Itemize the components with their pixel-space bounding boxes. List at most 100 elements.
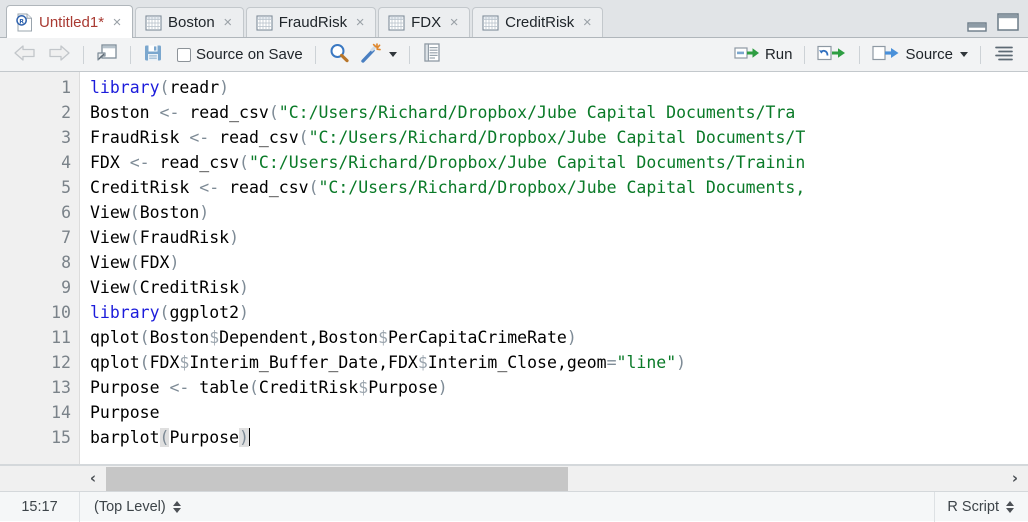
source-caret-icon[interactable]: [960, 52, 968, 57]
code-token: ): [169, 253, 180, 272]
source-on-save-control[interactable]: Source on Save: [172, 42, 308, 68]
code-line[interactable]: qplot(Boston$Dependent,Boston$PerCapitaC…: [90, 325, 1028, 350]
save-icon: [143, 43, 163, 67]
svg-text:R: R: [19, 18, 24, 25]
scrollbar-track[interactable]: [106, 466, 1002, 491]
code-token: ): [437, 378, 448, 397]
code-line[interactable]: CreditRisk <- read_csv("C:/Users/Richard…: [90, 175, 1028, 200]
show-in-new-window-button[interactable]: [91, 42, 123, 68]
code-token: View: [90, 253, 130, 272]
editor-tab-fdx[interactable]: FDX ×: [378, 7, 471, 37]
code-line[interactable]: barplot(Purpose): [90, 425, 1028, 450]
code-token: Boston: [90, 103, 160, 122]
code-token: PerCapitaCrimeRate: [388, 328, 567, 347]
close-icon[interactable]: ×: [111, 15, 123, 30]
code-token: library: [90, 78, 160, 97]
close-icon[interactable]: ×: [222, 15, 234, 30]
code-token: "C:/Users/Richard/Dropbox/Jube Capital D…: [318, 178, 806, 197]
close-icon[interactable]: ×: [581, 15, 593, 30]
code-token: Purpose: [169, 428, 240, 447]
horizontal-scrollbar[interactable]: ‹ ›: [0, 465, 1028, 491]
tab-label: FDX: [411, 14, 442, 31]
editor-tab-creditrisk[interactable]: CreditRisk ×: [472, 7, 604, 37]
code-line[interactable]: View(CreditRisk): [90, 275, 1028, 300]
line-number: 6: [61, 203, 71, 222]
code-token: =: [606, 353, 617, 372]
code-line[interactable]: View(FraudRisk): [90, 225, 1028, 250]
save-button[interactable]: [138, 42, 168, 68]
code-editor[interactable]: 1 2 3 4 5 6 7 8 9 10 11 12 13 14 15 library(readr) Bost…: [0, 72, 1028, 465]
code-token: (: [239, 153, 249, 172]
scroll-right-arrow-icon[interactable]: ›: [1002, 471, 1028, 486]
code-token: ): [229, 228, 240, 247]
r-script-icon: R: [16, 13, 33, 32]
toolbar-separator: [980, 45, 981, 64]
source-on-save-checkbox[interactable]: [177, 47, 191, 62]
code-line[interactable]: qplot(FDX$Interim_Buffer_Date,FDX$Interi…: [90, 350, 1028, 375]
code-token: (: [248, 378, 259, 397]
scope-updown-icon[interactable]: [172, 500, 181, 513]
code-token: <-: [199, 178, 220, 197]
source-icon: [872, 44, 900, 66]
scrollbar-thumb[interactable]: [106, 466, 568, 491]
line-number: 12: [51, 353, 71, 372]
editor-tab-bar: R Untitled1* × Boston × FraudRisk × FDX × CreditR…: [0, 0, 1028, 38]
file-type-updown-icon[interactable]: [1006, 500, 1014, 513]
code-line[interactable]: FDX <- read_csv("C:/Users/Richard/Dropbo…: [90, 150, 1028, 175]
document-outline-button[interactable]: [988, 42, 1020, 68]
line-number: 8: [61, 253, 71, 272]
code-tools-caret-icon[interactable]: [388, 52, 397, 57]
code-token: read_csv: [219, 178, 309, 197]
code-token: ): [239, 303, 249, 322]
code-line[interactable]: View(Boston): [90, 200, 1028, 225]
code-token: $: [209, 328, 220, 347]
code-tools-button[interactable]: [355, 42, 402, 68]
code-token: table: [189, 378, 249, 397]
rerun-button[interactable]: [812, 42, 852, 68]
code-text-area[interactable]: library(readr) Boston <- read_csv("C:/Use…: [80, 72, 1028, 464]
code-line[interactable]: Purpose: [90, 400, 1028, 425]
code-line[interactable]: Boston <- read_csv("C:/Users/Richard/Dro…: [90, 100, 1028, 125]
line-number: 1: [61, 78, 71, 97]
code-line[interactable]: library(readr): [90, 75, 1028, 100]
code-line[interactable]: Purpose <- table(CreditRisk$Purpose): [90, 375, 1028, 400]
forward-button[interactable]: [42, 42, 76, 68]
editor-tab-untitled1[interactable]: R Untitled1* ×: [6, 5, 134, 38]
find-replace-icon: [328, 42, 350, 68]
code-token: <-: [159, 103, 180, 122]
toolbar-separator: [130, 45, 131, 64]
minimize-pane-icon[interactable]: [966, 18, 988, 37]
scroll-left-arrow-icon[interactable]: ‹: [80, 471, 106, 486]
run-icon: [734, 44, 760, 66]
code-token: View: [90, 228, 130, 247]
file-type-selector[interactable]: R Script: [934, 491, 1028, 522]
maximize-pane-icon[interactable]: [996, 12, 1020, 37]
code-token: (: [129, 228, 140, 247]
toolbar-separator: [83, 45, 84, 64]
tab-strip: R Untitled1* × Boston × FraudRisk × FDX × CreditR…: [0, 0, 605, 38]
code-token: Boston: [139, 203, 200, 222]
close-icon[interactable]: ×: [354, 15, 366, 30]
code-token: library: [90, 303, 160, 322]
source-button[interactable]: Source: [867, 42, 973, 68]
close-icon[interactable]: ×: [448, 15, 460, 30]
back-button[interactable]: [8, 42, 42, 68]
code-token: ): [219, 78, 230, 97]
code-token: ggplot2: [169, 303, 240, 322]
code-line[interactable]: FraudRisk <- read_csv("C:/Users/Richard/…: [90, 125, 1028, 150]
compile-report-button[interactable]: [417, 42, 447, 68]
scope-selector[interactable]: (Top Level): [80, 492, 193, 522]
find-replace-button[interactable]: [323, 42, 355, 68]
code-line[interactable]: View(FDX): [90, 250, 1028, 275]
pane-window-controls: [966, 12, 1020, 37]
document-outline-icon: [993, 44, 1015, 66]
code-token: (: [139, 353, 150, 372]
code-line[interactable]: library(ggplot2): [90, 300, 1028, 325]
run-button[interactable]: Run: [729, 42, 798, 68]
code-token: Interim_Close,geom: [427, 353, 607, 372]
editor-tab-fraudrisk[interactable]: FraudRisk ×: [245, 7, 377, 37]
editor-tab-boston[interactable]: Boston ×: [135, 7, 244, 37]
source-on-save-label: Source on Save: [196, 46, 303, 63]
line-number-gutter: 1 2 3 4 5 6 7 8 9 10 11 12 13 14 15: [0, 72, 80, 464]
code-token: (: [308, 178, 319, 197]
